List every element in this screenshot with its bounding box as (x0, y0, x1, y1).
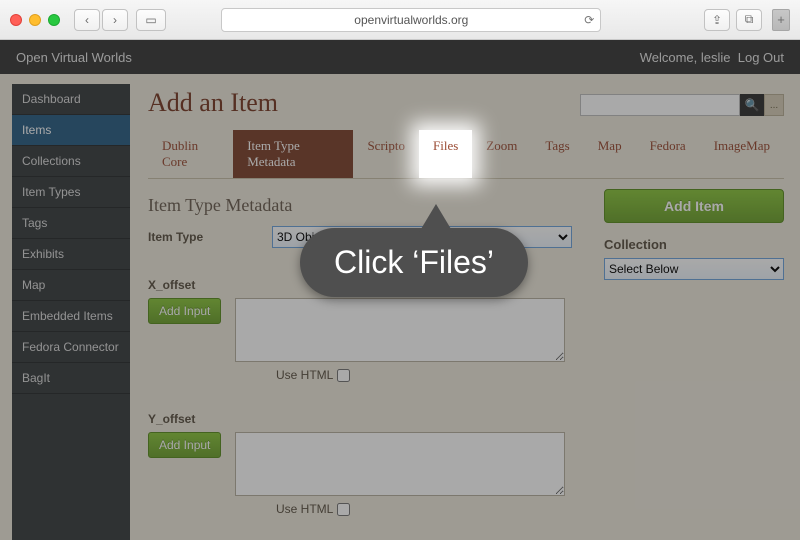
tab-fedora[interactable]: Fedora (636, 130, 700, 178)
field-label: Y_offset (148, 412, 586, 426)
window-controls (10, 14, 60, 26)
admin-sidebar: DashboardItemsCollectionsItem TypesTagsE… (12, 84, 130, 540)
search-input[interactable] (580, 94, 740, 116)
share-icon[interactable]: ⇪ (704, 9, 730, 31)
reload-icon[interactable]: ⟳ (584, 13, 594, 27)
minimize-window-icon[interactable] (29, 14, 41, 26)
item-type-label: Item Type (148, 226, 258, 244)
tab-scripto[interactable]: Scripto (353, 130, 419, 178)
search-options-button[interactable]: ... (764, 94, 784, 116)
tab-dublin-core[interactable]: Dublin Core (148, 130, 233, 178)
search-icon: 🔍 (745, 98, 760, 112)
page-title: Add an Item (148, 88, 278, 118)
sidebar-toggle-icon[interactable]: ▭ (136, 9, 166, 31)
sidebar-item-map[interactable]: Map (12, 270, 130, 301)
item-type-select[interactable]: 3D Object (272, 226, 572, 248)
url-text: openvirtualworlds.org (354, 13, 468, 27)
main-panel: Add an Item 🔍 ... Dublin CoreItem Type M… (130, 74, 800, 540)
tab-item-type-metadata[interactable]: Item Type Metadata (233, 130, 353, 178)
sidebar-item-dashboard[interactable]: Dashboard (12, 84, 130, 115)
sidebar-item-item-types[interactable]: Item Types (12, 177, 130, 208)
field-textarea[interactable] (235, 298, 565, 362)
field-textarea[interactable] (235, 432, 565, 496)
use-html-checkbox[interactable] (337, 369, 350, 382)
close-window-icon[interactable] (10, 14, 22, 26)
tab-tags[interactable]: Tags (531, 130, 583, 178)
logout-link[interactable]: Log Out (738, 50, 784, 65)
add-item-button[interactable]: Add Item (604, 189, 784, 223)
sidebar-item-collections[interactable]: Collections (12, 146, 130, 177)
search-group: 🔍 ... (580, 94, 784, 116)
back-button[interactable]: ‹ (74, 9, 100, 31)
search-button[interactable]: 🔍 (740, 94, 764, 116)
app-topbar: Open Virtual Worlds Welcome, leslie Log … (0, 40, 800, 74)
browser-chrome: ‹ › ▭ openvirtualworlds.org ⟳ ⇪ ⧉ + (0, 0, 800, 40)
section-heading: Item Type Metadata (148, 195, 586, 216)
use-html-toggle[interactable]: Use HTML (276, 368, 586, 382)
tab-map[interactable]: Map (584, 130, 636, 178)
item-tabs: Dublin CoreItem Type MetadataScriptoFile… (148, 130, 784, 179)
sidebar-item-items[interactable]: Items (12, 115, 130, 146)
brand[interactable]: Open Virtual Worlds (16, 50, 132, 65)
field-block-x_offset: X_offset Add Input Use HTML (148, 278, 586, 382)
sidebar-item-embedded-items[interactable]: Embedded Items (12, 301, 130, 332)
tab-files[interactable]: Files (419, 130, 472, 178)
address-bar[interactable]: openvirtualworlds.org ⟳ (221, 8, 601, 32)
new-tab-button[interactable]: + (772, 9, 790, 31)
add-input-button[interactable]: Add Input (148, 298, 221, 324)
field-block-y_offset: Y_offset Add Input Use HTML (148, 412, 586, 516)
use-html-toggle[interactable]: Use HTML (276, 502, 586, 516)
sidebar-item-tags[interactable]: Tags (12, 208, 130, 239)
zoom-window-icon[interactable] (48, 14, 60, 26)
use-html-checkbox[interactable] (337, 503, 350, 516)
tab-zoom[interactable]: Zoom (472, 130, 531, 178)
username-link[interactable]: leslie (701, 50, 731, 65)
field-label: X_offset (148, 278, 586, 292)
forward-button[interactable]: › (102, 9, 128, 31)
welcome-text: Welcome, (640, 50, 698, 65)
sidebar-item-bagit[interactable]: BagIt (12, 363, 130, 394)
collection-select[interactable]: Select Below (604, 258, 784, 280)
sidebar-item-exhibits[interactable]: Exhibits (12, 239, 130, 270)
collection-heading: Collection (604, 237, 784, 252)
sidebar-item-fedora-connector[interactable]: Fedora Connector (12, 332, 130, 363)
add-input-button[interactable]: Add Input (148, 432, 221, 458)
tab-imagemap[interactable]: ImageMap (700, 130, 784, 178)
tabs-icon[interactable]: ⧉ (736, 9, 762, 31)
